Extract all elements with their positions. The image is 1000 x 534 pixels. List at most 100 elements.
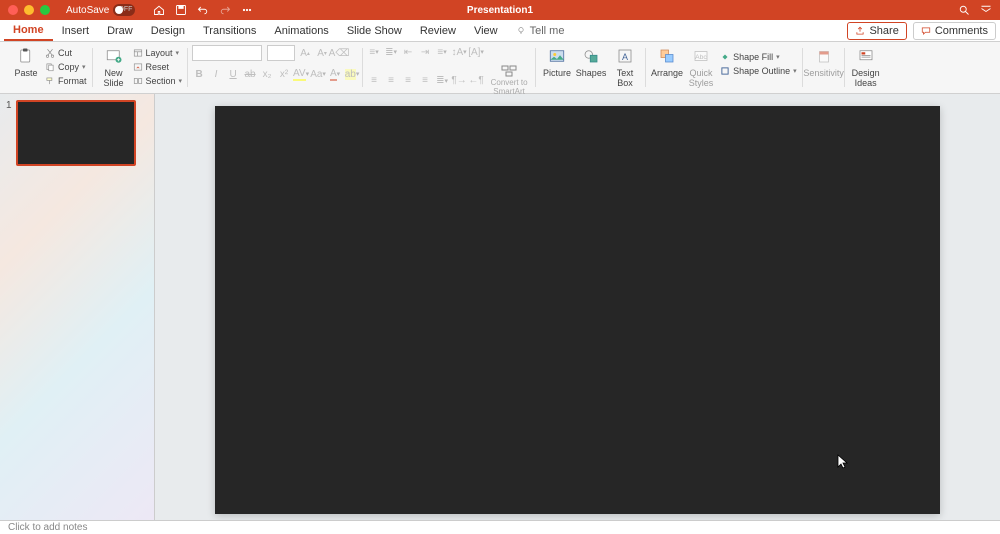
tab-transitions[interactable]: Transitions	[194, 22, 265, 40]
convert-smartart-button[interactable]: Convert to SmartArt	[486, 65, 532, 96]
minimize-window-button[interactable]	[24, 5, 34, 15]
section-button[interactable]: Section▾	[131, 75, 185, 87]
section-icon	[133, 76, 143, 86]
autosave-toggle[interactable]: AutoSave OFF	[66, 4, 135, 16]
change-case-button[interactable]: Aa▾	[311, 67, 325, 81]
undo-icon[interactable]	[197, 4, 209, 16]
font-family-select[interactable]	[192, 45, 262, 61]
share-label: Share	[869, 25, 898, 37]
ribbon-toggle-icon[interactable]	[980, 4, 992, 16]
font-color-button[interactable]: A▾	[328, 67, 342, 81]
subscript-button[interactable]: x₂	[260, 67, 274, 81]
notes-placeholder: Click to add notes	[8, 522, 88, 533]
document-title: Presentation1	[467, 5, 533, 16]
tell-me-search[interactable]: Tell me	[507, 22, 574, 40]
numbering-button[interactable]: ≣▾	[384, 45, 398, 59]
svg-text:A: A	[622, 52, 628, 62]
copy-icon	[45, 62, 55, 72]
design-ideas-button[interactable]: Design Ideas	[849, 45, 883, 88]
layout-button[interactable]: Layout▾	[131, 47, 185, 59]
picture-label: Picture	[543, 68, 571, 78]
quick-styles-button[interactable]: Abc Quick Styles	[684, 45, 718, 88]
paste-button[interactable]: Paste	[9, 45, 43, 78]
layout-icon	[133, 48, 143, 58]
notes-pane[interactable]: Click to add notes	[0, 520, 1000, 534]
copy-button[interactable]: Copy▾	[43, 61, 89, 73]
align-left-button[interactable]: ≡	[367, 74, 381, 88]
textbox-icon: A	[616, 47, 634, 65]
increase-indent-button[interactable]: ⇥	[418, 45, 432, 59]
cut-icon	[45, 48, 55, 58]
text-direction-button[interactable]: ↕A▾	[452, 45, 466, 59]
window-controls: AutoSave OFF	[8, 4, 253, 16]
underline-button[interactable]: U	[226, 67, 240, 81]
slide-canvas-area[interactable]	[155, 94, 1000, 520]
picture-icon	[548, 47, 566, 65]
textbox-button[interactable]: A Text Box	[608, 45, 642, 88]
redo-icon[interactable]	[219, 4, 231, 16]
italic-button[interactable]: I	[209, 67, 223, 81]
more-icon[interactable]	[241, 4, 253, 16]
new-slide-icon	[105, 47, 123, 65]
save-icon[interactable]	[175, 4, 187, 16]
sensitivity-label: Sensitivity	[803, 68, 844, 78]
arrange-button[interactable]: Arrange	[650, 45, 684, 78]
new-slide-button[interactable]: New Slide	[97, 45, 131, 88]
tab-view[interactable]: View	[465, 22, 507, 40]
tab-home[interactable]: Home	[4, 21, 53, 41]
format-painter-button[interactable]: Format	[43, 75, 89, 87]
comments-button[interactable]: Comments	[913, 22, 996, 40]
align-right-button[interactable]: ≡	[401, 74, 415, 88]
highlight-button[interactable]: AV▾	[294, 67, 308, 81]
align-center-button[interactable]: ≡	[384, 74, 398, 88]
tab-insert[interactable]: Insert	[53, 22, 99, 40]
close-window-button[interactable]	[8, 5, 18, 15]
decrease-indent-button[interactable]: ⇤	[401, 45, 415, 59]
ltr-button[interactable]: ¶→	[452, 74, 466, 88]
group-slides: New Slide Layout▾ Reset Section▾	[93, 42, 189, 93]
share-button[interactable]: Share	[847, 22, 906, 40]
justify-button[interactable]: ≡	[418, 74, 432, 88]
superscript-button[interactable]: x²	[277, 67, 291, 81]
shape-outline-button[interactable]: Shape Outline▾	[718, 65, 799, 77]
search-icon[interactable]	[958, 4, 970, 16]
rtl-button[interactable]: ←¶	[469, 74, 483, 88]
bullets-button[interactable]: ≡▾	[367, 45, 381, 59]
decrease-font-button[interactable]: A▾	[315, 46, 329, 60]
align-text-button[interactable]: [A]▾	[469, 45, 483, 59]
ribbon-toolbar: Paste Cut Copy▾ Format New Slide Layout▾…	[0, 42, 1000, 94]
slide-canvas[interactable]	[215, 106, 940, 514]
workspace: 1	[0, 94, 1000, 520]
tab-review[interactable]: Review	[411, 22, 465, 40]
slide-thumbnail-panel[interactable]: 1	[0, 94, 155, 520]
tab-draw[interactable]: Draw	[98, 22, 142, 40]
paste-label: Paste	[14, 68, 37, 78]
strike-button[interactable]: ab	[243, 67, 257, 81]
line-spacing-button[interactable]: ≡▾	[435, 45, 449, 59]
columns-button[interactable]: ≣▾	[435, 74, 449, 88]
shapes-button[interactable]: Shapes	[574, 45, 608, 78]
home-icon[interactable]	[153, 4, 165, 16]
sensitivity-button[interactable]: Sensitivity	[807, 45, 841, 78]
text-highlight-button[interactable]: ab▾	[345, 67, 359, 81]
bold-button[interactable]: B	[192, 67, 206, 81]
tab-design[interactable]: Design	[142, 22, 194, 40]
paste-icon	[17, 47, 35, 65]
slide-thumbnail[interactable]	[16, 100, 136, 166]
tab-slideshow[interactable]: Slide Show	[338, 22, 411, 40]
bulb-icon	[516, 26, 526, 36]
maximize-window-button[interactable]	[40, 5, 50, 15]
picture-button[interactable]: Picture	[540, 45, 574, 78]
slides-small: Layout▾ Reset Section▾	[131, 45, 185, 87]
font-size-select[interactable]	[267, 45, 295, 61]
reset-button[interactable]: Reset	[131, 61, 185, 73]
cut-button[interactable]: Cut	[43, 47, 89, 59]
shape-fill-button[interactable]: Shape Fill▾	[718, 51, 799, 63]
clear-format-button[interactable]: A⌫	[332, 46, 346, 60]
increase-font-button[interactable]: A▴	[298, 46, 312, 60]
autosave-switch[interactable]: OFF	[113, 4, 135, 16]
outline-icon	[720, 66, 730, 76]
thumbnail-item[interactable]: 1	[6, 100, 148, 166]
sensitivity-icon	[815, 47, 833, 65]
tab-animations[interactable]: Animations	[265, 22, 337, 40]
